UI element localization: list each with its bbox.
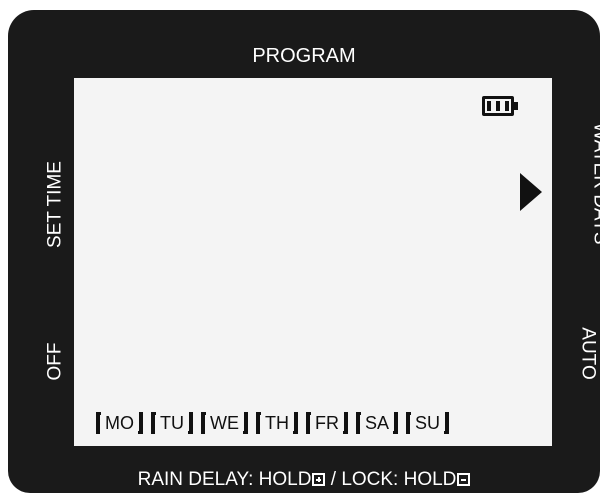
battery-full-icon [482, 96, 518, 116]
day-su: SU [406, 412, 450, 434]
mode-label-auto[interactable]: AUTO [578, 314, 599, 394]
mode-label-off[interactable]: OFF [45, 337, 66, 387]
lock-hint: LOCK: HOLD [341, 469, 457, 490]
day-we: WE [201, 412, 248, 434]
day-mo: MO [96, 412, 143, 434]
rain-delay-hint: RAIN DELAY: HOLD [137, 469, 312, 490]
mode-label-program[interactable]: PROGRAM [8, 46, 600, 66]
mode-label-water-days[interactable]: WATER DAYS [590, 104, 607, 264]
day-fr: FR [306, 412, 348, 434]
triangle-right-icon [520, 173, 542, 211]
day-th: TH [256, 412, 298, 434]
day-sa: SA [356, 412, 399, 434]
mode-label-set-time[interactable]: SET TIME [45, 150, 66, 260]
lcd-screen: MO TU WE TH FR SA SU [74, 78, 552, 446]
water-days-row: MO TU WE TH FR SA SU [96, 412, 450, 434]
minus-box-icon[interactable] [457, 473, 471, 486]
button-hint-bar: RAIN DELAY: HOLD / LOCK: HOLD [8, 469, 600, 491]
plus-box-icon[interactable] [312, 473, 326, 486]
day-tu: TU [151, 412, 193, 434]
hint-separator: / [325, 469, 342, 490]
